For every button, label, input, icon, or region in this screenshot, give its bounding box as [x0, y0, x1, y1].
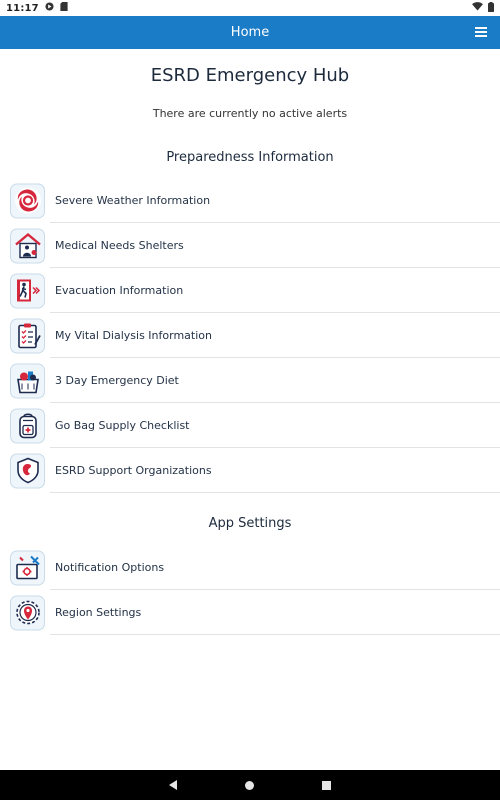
- list-item-label: ESRD Support Organizations: [55, 464, 212, 477]
- region-gear-icon: [10, 595, 45, 630]
- preparedness-list: Severe Weather Information Medical Needs…: [0, 178, 500, 493]
- page-title: ESRD Emergency Hub: [150, 65, 350, 86]
- app-settings-heading: App Settings: [208, 516, 292, 531]
- app-bar: Home: [0, 16, 500, 49]
- kidney-shield-icon: [10, 453, 45, 488]
- list-item-esrd-support-organizations[interactable]: ESRD Support Organizations: [0, 448, 500, 493]
- shelter-icon: [10, 228, 45, 263]
- clipboard-checklist-icon: [10, 318, 45, 353]
- evacuation-exit-icon: [10, 273, 45, 308]
- play-store-icon: [45, 2, 54, 14]
- list-item-label: Go Bag Supply Checklist: [55, 419, 190, 432]
- recent-apps-icon[interactable]: [322, 780, 331, 790]
- alerts-status-text: There are currently no active alerts: [152, 107, 348, 120]
- groceries-icon: [10, 363, 45, 398]
- list-item-notification-options[interactable]: Notification Options: [0, 545, 500, 590]
- status-time: 11:17: [6, 2, 39, 14]
- list-item-3-day-emergency-diet[interactable]: 3 Day Emergency Diet: [0, 358, 500, 403]
- list-item-label: 3 Day Emergency Diet: [55, 374, 179, 387]
- sd-card-icon: [60, 2, 68, 14]
- list-item-go-bag-supply-checklist[interactable]: Go Bag Supply Checklist: [0, 403, 500, 448]
- list-item-label: Evacuation Information: [55, 284, 184, 297]
- list-item-label: Severe Weather Information: [55, 194, 211, 207]
- battery-icon: [488, 1, 494, 15]
- list-item-region-settings[interactable]: Region Settings: [0, 590, 500, 635]
- list-item-label: Medical Needs Shelters: [55, 239, 184, 252]
- list-item-evacuation-information[interactable]: Evacuation Information: [0, 268, 500, 313]
- list-item-vital-dialysis-information[interactable]: My Vital Dialysis Information: [0, 313, 500, 358]
- backpack-icon: [10, 408, 45, 443]
- wifi-icon: [472, 2, 483, 14]
- settings-list: Notification Options Region Settings: [0, 545, 500, 635]
- home-content: ESRD Emergency Hub There are currently n…: [0, 49, 500, 770]
- list-item-label: Notification Options: [55, 561, 165, 574]
- notification-tools-icon: [10, 550, 45, 585]
- hurricane-icon: [10, 183, 45, 218]
- hamburger-menu-icon[interactable]: [475, 25, 489, 39]
- status-bar: 11:17: [0, 0, 500, 16]
- app-bar-title: Home: [230, 25, 270, 40]
- list-item-label: My Vital Dialysis Information: [55, 329, 212, 342]
- system-navigation-bar: [0, 770, 500, 800]
- preparedness-heading: Preparedness Information: [166, 150, 334, 165]
- list-item-medical-needs-shelters[interactable]: Medical Needs Shelters: [0, 223, 500, 268]
- list-item-label: Region Settings: [55, 606, 142, 619]
- back-icon[interactable]: [169, 780, 177, 790]
- list-item-severe-weather[interactable]: Severe Weather Information: [0, 178, 500, 223]
- home-icon[interactable]: [245, 780, 254, 790]
